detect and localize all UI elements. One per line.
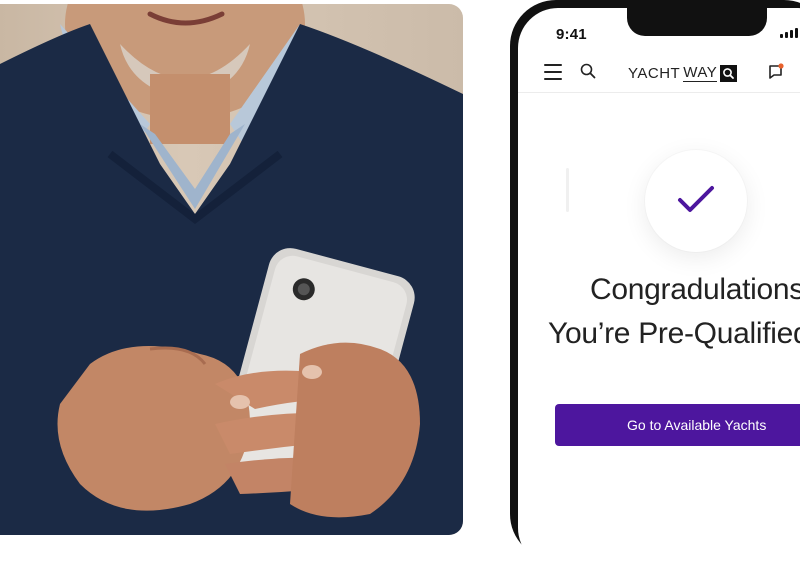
app-header: YACHT WAY <box>518 52 800 93</box>
phone-screen: 9:41 YACHT WAY Congradulations, You’re P… <box>518 8 800 568</box>
success-badge <box>645 150 747 252</box>
check-icon <box>678 186 714 212</box>
decorative-divider <box>566 168 569 212</box>
hero-photo <box>0 4 463 535</box>
chat-icon[interactable] <box>766 62 786 82</box>
confirmation-message: Congradulations, You’re Pre-Qualified <box>548 268 800 356</box>
logo-text-yacht: YACHT <box>628 64 681 82</box>
logo-text-way: WAY <box>683 64 718 82</box>
status-time: 9:41 <box>556 26 587 43</box>
confirmation-line-2: You’re Pre-Qualified <box>548 317 800 350</box>
confirmation-line-1: Congradulations, <box>590 273 800 306</box>
signal-icon <box>780 28 798 38</box>
go-to-available-yachts-button[interactable]: Go to Available Yachts <box>555 404 800 446</box>
logo-search-icon <box>720 64 738 82</box>
yachtway-logo[interactable]: YACHT WAY <box>628 63 738 83</box>
menu-icon[interactable] <box>544 64 562 80</box>
phone-notch <box>627 8 767 36</box>
man-holding-phone-illustration <box>0 4 463 535</box>
search-icon[interactable] <box>580 63 596 79</box>
